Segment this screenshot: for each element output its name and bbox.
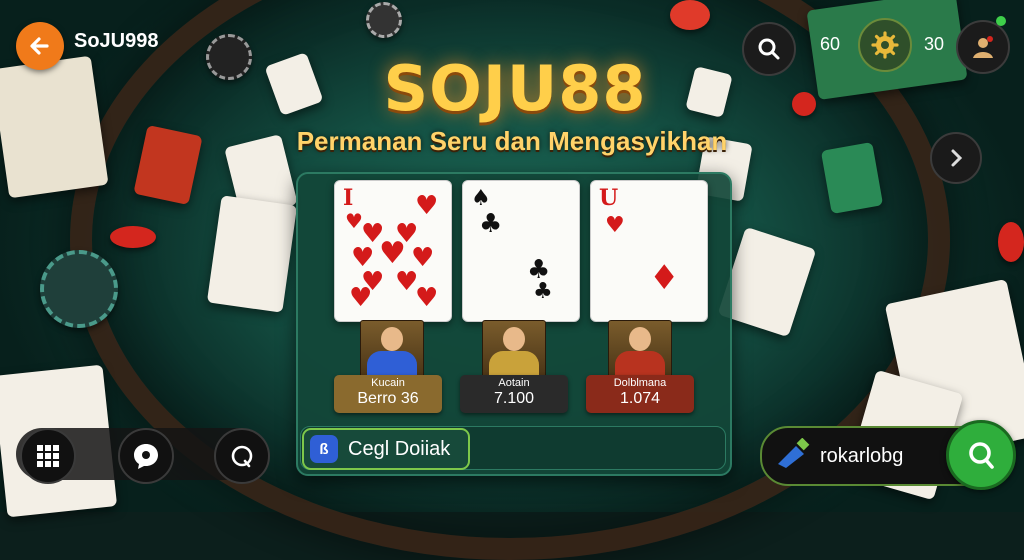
player-balance: 1.074 — [619, 390, 661, 407]
heart-icon: ♥ — [415, 191, 439, 221]
settings-button[interactable] — [858, 18, 912, 72]
action-button[interactable]: ß Cegl Doiiak — [302, 428, 470, 470]
player-avatar-3[interactable] — [608, 320, 672, 378]
user-icon — [973, 36, 993, 58]
player-balance: 7.100 — [493, 390, 535, 407]
logo-title: SOJU88 — [383, 52, 647, 125]
back-button[interactable] — [16, 22, 64, 70]
player-box-3: Dolblmana 1.074 — [586, 375, 694, 413]
deco-card — [820, 141, 884, 215]
deco-chip — [366, 2, 402, 38]
playing-card-1[interactable]: I ♥ ♥ ♥ ♥ ♥ ♥ ♥ ♥ ♥ ♥ ♥ — [334, 180, 452, 322]
search-icon — [969, 442, 994, 469]
diamond-icon: ♦ — [649, 258, 680, 298]
app-icon: ß — [310, 435, 338, 463]
heart-icon: ♥ — [349, 283, 373, 313]
online-indicator — [996, 16, 1006, 26]
club-icon: ♣ — [533, 279, 553, 304]
club-icon: ♣ — [479, 209, 503, 239]
player-box-2: Aotain 7.100 — [460, 375, 568, 413]
deco-chip — [110, 226, 156, 248]
deco-card — [206, 195, 298, 313]
help-button[interactable] — [214, 428, 270, 484]
profile-button[interactable] — [956, 20, 1010, 74]
stat-left: 60 — [820, 34, 841, 54]
player-name: Dolblmana — [613, 377, 667, 389]
heart-icon: ♥ — [379, 236, 406, 271]
playing-card-3[interactable]: U ♥ ♦ — [590, 180, 708, 322]
bottom-right-label: rokarlobg — [820, 444, 904, 467]
chat-bubble-icon — [134, 444, 158, 469]
card-corner: U — [599, 185, 619, 211]
menu-button[interactable] — [20, 428, 76, 484]
player-name: Aotain — [498, 377, 530, 389]
player-avatar-2[interactable] — [482, 320, 546, 378]
heart-icon: ♥ — [415, 283, 439, 313]
logo-tagline: Permanan Seru dan Mengasyikhan — [296, 126, 728, 156]
player-box-1: Kucain Berro 36 — [334, 375, 442, 413]
card-corner: ♠ — [471, 185, 491, 211]
deco-chip — [670, 0, 710, 30]
deco-chip — [998, 222, 1024, 262]
card-corner: I — [343, 185, 354, 211]
search-button[interactable] — [742, 22, 796, 76]
deco-chip — [792, 92, 816, 116]
stat-right: 30 — [924, 34, 945, 54]
chat-button[interactable] — [118, 428, 174, 484]
deco-chip — [206, 34, 252, 80]
action-button-label: Cegl Doiiak — [348, 437, 451, 460]
chevron-right-icon — [951, 149, 963, 167]
help-icon — [231, 445, 253, 468]
site-name: SoJU998 — [74, 30, 159, 52]
heart-icon: ♥ — [605, 213, 625, 238]
grid-icon — [37, 445, 59, 467]
bottle-icon — [778, 438, 810, 468]
player-name: Kucain — [371, 377, 405, 389]
player-avatar-1[interactable] — [360, 320, 424, 378]
playing-card-2[interactable]: ♠ ♣ ♣ ♣ — [462, 180, 580, 322]
go-button[interactable] — [946, 420, 1016, 490]
deco-chip — [40, 250, 118, 328]
search-icon — [758, 38, 780, 60]
next-button[interactable] — [930, 132, 982, 184]
arrow-left-icon — [30, 37, 49, 55]
deco-card — [0, 55, 109, 199]
player-balance: Berro 36 — [357, 390, 419, 407]
gear-icon — [871, 31, 899, 59]
